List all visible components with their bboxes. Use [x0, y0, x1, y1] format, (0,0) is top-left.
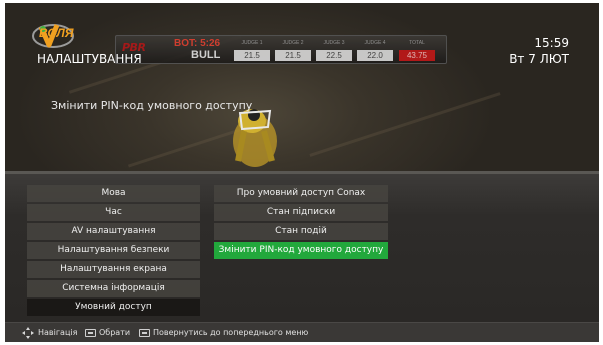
- judge-label: JUDGE 2: [282, 40, 304, 46]
- menu-item-screen-settings[interactable]: Налаштування екрана: [27, 261, 200, 278]
- submenu-item-event-status[interactable]: Стан подій: [214, 223, 388, 240]
- bot-label: BOT: 5:26: [174, 38, 221, 49]
- judge-score: 21.5: [275, 50, 311, 61]
- clock: 15:59: [534, 36, 569, 50]
- submenu-item-change-pin[interactable]: Змінити PIN-код умовного доступу: [214, 242, 388, 259]
- item-description: Змінити PIN-код умовного доступу: [51, 99, 253, 112]
- judge-score: 21.5: [234, 50, 270, 61]
- brand-name: ВОЛЯ: [39, 26, 74, 40]
- tv-screen: PBR BOT: 5:26 BULL JUDGE 1 21.5 JUDGE 2 …: [5, 3, 599, 342]
- back-key-icon: [139, 329, 150, 337]
- date: Вт 7 ЛЮТ: [509, 52, 569, 66]
- menu-item-time[interactable]: Час: [27, 204, 200, 221]
- ok-key-icon: [85, 329, 96, 337]
- total-score: 43.75: [399, 50, 435, 61]
- help-bar: Навігація Обрати Повернутись до попередн…: [5, 322, 599, 342]
- menu-categories: Мова Час AV налаштування Налаштування бе…: [27, 185, 200, 318]
- navigation-arrows-icon: [22, 327, 34, 339]
- page-title: НАЛАШТУВАННЯ: [37, 52, 142, 66]
- judge-score: 22.5: [316, 50, 352, 61]
- menu-item-av-settings[interactable]: AV налаштування: [27, 223, 200, 240]
- menu-item-system-info[interactable]: Системна інформація: [27, 280, 200, 297]
- submenu-item-subscription-status[interactable]: Стан підписки: [214, 204, 388, 221]
- judge-score: 22.0: [357, 50, 393, 61]
- total-label: TOTAL: [409, 40, 425, 46]
- settings-menu: Мова Час AV налаштування Налаштування бе…: [5, 171, 599, 322]
- judge-label: JUDGE 1: [241, 40, 263, 46]
- judge-label: JUDGE 4: [364, 40, 386, 46]
- judge-label: JUDGE 3: [323, 40, 345, 46]
- scoreboard-overlay: PBR BOT: 5:26 BULL JUDGE 1 21.5 JUDGE 2 …: [115, 35, 450, 64]
- submenu-item-about-conax[interactable]: Про умовний доступ Conax: [214, 185, 388, 202]
- menu-item-security-settings[interactable]: Налаштування безпеки: [27, 242, 200, 259]
- menu-item-language[interactable]: Мова: [27, 185, 200, 202]
- help-select: Обрати: [99, 328, 131, 337]
- help-navigate: Навігація: [38, 328, 78, 337]
- bull-label: BULL: [191, 49, 221, 61]
- menu-subitems: Про умовний доступ Conax Стан підписки С…: [214, 185, 388, 261]
- menu-item-conditional-access[interactable]: Умовний доступ: [27, 299, 200, 316]
- help-back: Повернутись до попереднього меню: [153, 328, 309, 337]
